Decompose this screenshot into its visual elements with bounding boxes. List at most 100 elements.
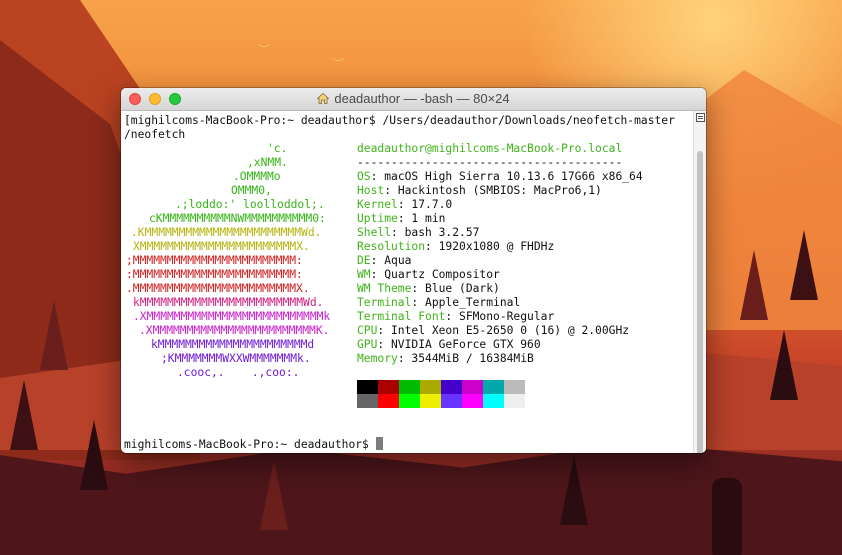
- info-label: Memory: [357, 352, 398, 365]
- logo-line: kMMMMMMMMMMMMMMMMMMMMMMd: [151, 338, 315, 351]
- logo-line: 'c.: [267, 142, 288, 155]
- info-label: Kernel: [357, 198, 398, 211]
- info-label: Terminal Font: [357, 310, 446, 323]
- text-cursor: [375, 437, 383, 450]
- info-label: DE: [357, 254, 371, 267]
- tree-icon: [770, 330, 798, 400]
- info-row: Resolution: 1920x1080 @ FHDHz: [357, 240, 554, 254]
- info-row: DE: Aqua: [357, 254, 411, 268]
- info-value: : bash 3.2.57: [391, 226, 480, 239]
- color-swatch: [483, 380, 504, 394]
- logo-line: .XMMMMMMMMMMMMMMMMMMMMMMMMMMk: [133, 310, 331, 323]
- window-title: deadauthor — -bash — 80×24: [121, 88, 706, 110]
- color-swatch: [357, 394, 378, 408]
- info-row: Host: Hackintosh (SMBIOS: MacPro6,1): [357, 184, 602, 198]
- scrollbar-thumb[interactable]: [697, 151, 703, 453]
- info-label: Uptime: [357, 212, 398, 225]
- bird-icon: ︶: [332, 57, 345, 71]
- scrollbar[interactable]: [693, 111, 706, 453]
- logo-line: .KMMMMMMMMMMMMMMMMMMMMMMMWd.: [131, 226, 322, 239]
- info-row: GPU: NVIDIA GeForce GTX 960: [357, 338, 541, 352]
- tree-icon: [740, 250, 768, 320]
- info-row: Kernel: 17.7.0: [357, 198, 452, 212]
- bird-icon: ︶: [258, 43, 271, 57]
- color-swatch: [399, 394, 420, 408]
- logo-line: .XMMMMMMMMMMMMMMMMMMMMMMMMK.: [139, 324, 330, 337]
- info-value: : Aqua: [370, 254, 412, 267]
- color-swatch: [504, 380, 525, 394]
- color-swatch: [378, 394, 399, 408]
- tree-icon: [10, 380, 38, 450]
- info-value: : Blue (Dark): [411, 282, 500, 295]
- logo-line: XMMMMMMMMMMMMMMMMMMMMMMMX.: [133, 240, 310, 253]
- info-row: CPU: Intel Xeon E5-2650 0 (16) @ 2.00GHz: [357, 324, 629, 338]
- tree-icon: [790, 230, 818, 300]
- logo-line: .OMMMMo: [233, 170, 281, 183]
- info-value: : NVIDIA GeForce GTX 960: [377, 338, 541, 351]
- info-value: : macOS High Sierra 10.13.6 17G66 x86_64: [370, 170, 643, 183]
- info-value: : Intel Xeon E5-2650 0 (16) @ 2.00GHz: [377, 324, 630, 337]
- info-label: Resolution: [357, 240, 426, 253]
- prompt-line[interactable]: mighilcoms-MacBook-Pro:~ deadauthor$: [124, 437, 383, 452]
- info-label: OS: [357, 170, 371, 183]
- color-swatch: [483, 394, 504, 408]
- window-title-text: deadauthor — -bash — 80×24: [334, 91, 510, 106]
- color-swatch: [441, 394, 462, 408]
- prompt: mighilcoms-MacBook-Pro:~ deadauthor$: [124, 438, 369, 451]
- info-value: : 1920x1080 @ FHDHz: [425, 240, 555, 253]
- info-value: : 3544MiB / 16384MiB: [397, 352, 534, 365]
- color-swatch: [420, 380, 441, 394]
- info-row: Shell: bash 3.2.57: [357, 226, 479, 240]
- info-value: : Apple_Terminal: [411, 296, 521, 309]
- info-value: : 1 min: [397, 212, 446, 225]
- color-swatch: [420, 394, 441, 408]
- logo-line: OMMM0,: [231, 184, 272, 197]
- logo-line: .cooc,. .,coo:.: [177, 366, 300, 379]
- color-swatch: [441, 380, 462, 394]
- tree-icon: [260, 460, 288, 530]
- bird-icon: ︶: [775, 19, 788, 33]
- home-icon: [317, 93, 330, 104]
- info-label: Host: [357, 184, 385, 197]
- info-label: Shell: [357, 226, 392, 239]
- logo-line: ;MMMMMMMMMMMMMMMMMMMMMMMM:: [126, 254, 303, 267]
- info-label: WM: [357, 268, 371, 281]
- hiker-silhouette: [712, 478, 742, 555]
- info-row: WM Theme: Blue (Dark): [357, 282, 500, 296]
- split-pane-icon[interactable]: [696, 113, 705, 122]
- info-label: CPU: [357, 324, 378, 337]
- info-value: : 17.7.0: [397, 198, 453, 211]
- logo-line: ,xNMM.: [247, 156, 288, 169]
- logo-line: cKMMMMMMMMMMNWMMMMMMMMMM0:: [149, 212, 326, 225]
- info-label: GPU: [357, 338, 378, 351]
- color-swatch: [462, 380, 483, 394]
- tree-icon: [560, 455, 588, 525]
- info-label: WM Theme: [357, 282, 412, 295]
- info-row: WM: Quartz Compositor: [357, 268, 500, 282]
- tree-icon: [80, 420, 108, 490]
- info-value: : Quartz Compositor: [370, 268, 500, 281]
- terminal-content[interactable]: [mighilcoms-MacBook-Pro:~ deadauthor$ /U…: [121, 111, 694, 453]
- color-swatch: [378, 380, 399, 394]
- color-swatch: [357, 380, 378, 394]
- logo-line: :MMMMMMMMMMMMMMMMMMMMMMMM:: [126, 268, 303, 281]
- color-swatch: [462, 394, 483, 408]
- color-swatch: [399, 380, 420, 394]
- separator-line: ---------------------------------------: [357, 156, 623, 169]
- tree-icon: [40, 300, 68, 370]
- logo-line: kMMMMMMMMMMMMMMMMMMMMMMMMWd.: [133, 296, 324, 309]
- user-host: deadauthor@mighilcoms-MacBook-Pro.local: [357, 142, 623, 155]
- command-line-wrap: /neofetch: [124, 128, 186, 141]
- logo-line: .MMMMMMMMMMMMMMMMMMMMMMMMX.: [126, 282, 310, 295]
- logo-line: ;KMMMMMMMWXXWMMMMMMMk.: [161, 352, 311, 365]
- info-label: Terminal: [357, 296, 412, 309]
- command-line: [mighilcoms-MacBook-Pro:~ deadauthor$ /U…: [124, 114, 675, 127]
- info-row: OS: macOS High Sierra 10.13.6 17G66 x86_…: [357, 170, 643, 184]
- info-row: Uptime: 1 min: [357, 212, 445, 226]
- window-titlebar[interactable]: deadauthor — -bash — 80×24: [121, 88, 706, 111]
- logo-line: .;loddo:' loolloddol;.: [175, 198, 325, 211]
- terminal-window[interactable]: deadauthor — -bash — 80×24 [mighilcoms-M…: [121, 88, 706, 453]
- info-row: Terminal: Apple_Terminal: [357, 296, 520, 310]
- info-value: : Hackintosh (SMBIOS: MacPro6,1): [384, 184, 602, 197]
- info-row: Terminal Font: SFMono-Regular: [357, 310, 554, 324]
